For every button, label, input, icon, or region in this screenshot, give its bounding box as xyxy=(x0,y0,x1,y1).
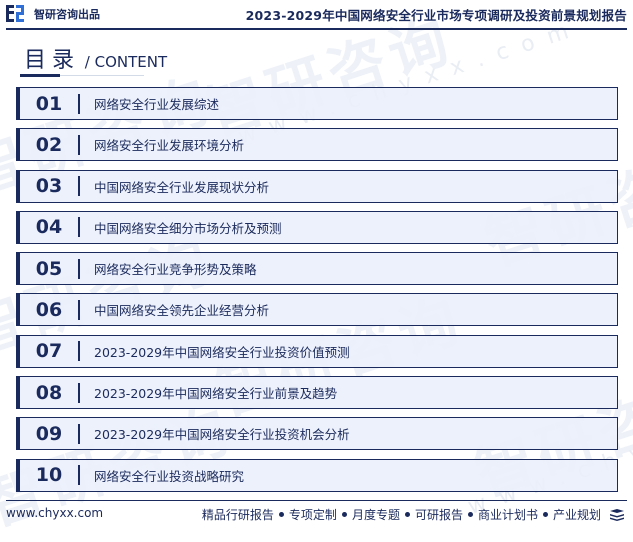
service-item: 月度专题 xyxy=(351,508,400,522)
service-list: 精品行研报告 专项定制 月度专题 可研报告 商业计划书 产业规划 xyxy=(200,506,603,523)
toc-item-number: 05 xyxy=(35,257,63,280)
toc-item-label: 中国网络安全细分市场分析及预测 xyxy=(94,220,282,236)
toc-item-01[interactable]: 01 网络安全行业发展综述 xyxy=(16,87,618,120)
toc-item-number: 01 xyxy=(35,92,63,115)
heading-underline xyxy=(60,75,144,76)
toc-list: 01 网络安全行业发展综述 02 网络安全行业发展环境分析 03 中国网络安全行… xyxy=(16,87,618,500)
toc-item-separator xyxy=(78,341,80,362)
toc-item-05[interactable]: 05 网络安全行业竞争形势及策略 xyxy=(16,252,618,286)
toc-item-02[interactable]: 02 网络安全行业发展环境分析 xyxy=(16,128,618,162)
toc-item-label: 2023-2029年中国网络安全行业前景及趋势 xyxy=(94,386,338,402)
toc-item-number: 07 xyxy=(35,340,63,363)
toc-item-separator xyxy=(78,382,80,403)
bullet-dot-icon xyxy=(341,512,347,517)
toc-item-separator xyxy=(78,217,80,238)
toc-item-separator xyxy=(78,465,80,486)
toc-item-number: 04 xyxy=(35,216,63,239)
toc-item-03[interactable]: 03 中国网络安全行业发展现状分析 xyxy=(16,169,618,203)
toc-item-separator xyxy=(78,299,80,320)
service-item: 商业计划书 xyxy=(477,508,538,522)
toc-item-07[interactable]: 07 2023-2029年中国网络安全行业投资价值预测 xyxy=(16,334,618,368)
toc-item-label: 网络安全行业发展综述 xyxy=(94,97,220,112)
toc-heading-cn: 目录 xyxy=(24,48,81,73)
service-item: 专项定制 xyxy=(288,508,337,522)
toc-item-label: 网络安全行业发展环境分析 xyxy=(94,138,245,154)
toc-item-label: 2023-2029年中国网络安全行业投资机会分析 xyxy=(94,427,350,443)
toc-heading-en: CONTENT xyxy=(94,53,168,71)
toc-item-label: 中国网络安全领先企业经营分析 xyxy=(94,303,270,319)
toc-item-separator xyxy=(78,134,80,155)
bullet-dot-icon xyxy=(542,512,548,517)
bullet-dot-icon xyxy=(404,512,410,517)
toc-item-09[interactable]: 09 2023-2029年中国网络安全行业投资机会分析 xyxy=(16,417,618,451)
toc-item-label: 网络安全行业投资战略研究 xyxy=(94,468,245,484)
header-divider xyxy=(6,28,627,30)
toc-heading-separator: / xyxy=(80,53,95,71)
page-header: 智研咨询出品 2023-2029年中国网络安全行业市场专项调研及投资前景规划报告 xyxy=(0,0,633,27)
toc-item-06[interactable]: 06 中国网络安全领先企业经营分析 xyxy=(16,293,618,327)
toc-item-separator xyxy=(78,176,80,197)
toc-item-08[interactable]: 08 2023-2029年中国网络安全行业前景及趋势 xyxy=(16,376,618,410)
heading-underline-accent xyxy=(20,74,60,77)
toc-heading: 目录 / CONTENT xyxy=(24,42,167,74)
toc-item-number: 02 xyxy=(35,133,63,156)
toc-item-number: 03 xyxy=(35,175,63,198)
stack-icon xyxy=(610,509,624,521)
toc-item-label: 2023-2029年中国网络安全行业投资价值预测 xyxy=(94,344,350,360)
toc-item-separator xyxy=(78,258,80,279)
toc-item-number: 09 xyxy=(35,422,63,445)
service-item: 精品行研报告 xyxy=(201,508,274,522)
brand-name: 智研咨询出品 xyxy=(34,8,100,21)
bullet-dot-icon xyxy=(467,512,473,517)
page-footer: www.chyxx.com 精品行研报告 专项定制 月度专题 可研报告 商业计划… xyxy=(0,503,633,523)
toc-item-separator xyxy=(78,423,80,444)
toc-item-label: 网络安全行业竞争形势及策略 xyxy=(94,262,257,278)
service-item: 可研报告 xyxy=(414,508,463,522)
toc-item-separator xyxy=(78,93,80,114)
footer-divider xyxy=(6,500,627,501)
toc-item-number: 10 xyxy=(35,464,63,487)
toc-item-label: 中国网络安全行业发展现状分析 xyxy=(94,179,270,195)
toc-item-04[interactable]: 04 中国网络安全细分市场分析及预测 xyxy=(16,210,618,244)
toc-item-10[interactable]: 10 网络安全行业投资战略研究 xyxy=(16,458,618,492)
chyxx-logo-icon xyxy=(6,5,24,22)
bullet-dot-icon xyxy=(278,512,284,517)
toc-item-number: 06 xyxy=(35,298,63,321)
service-item: 产业规划 xyxy=(552,508,601,522)
report-title: 2023-2029年中国网络安全行业市场专项调研及投资前景规划报告 xyxy=(245,8,627,23)
website-link[interactable]: www.chyxx.com xyxy=(6,506,103,520)
toc-item-number: 08 xyxy=(35,381,63,404)
